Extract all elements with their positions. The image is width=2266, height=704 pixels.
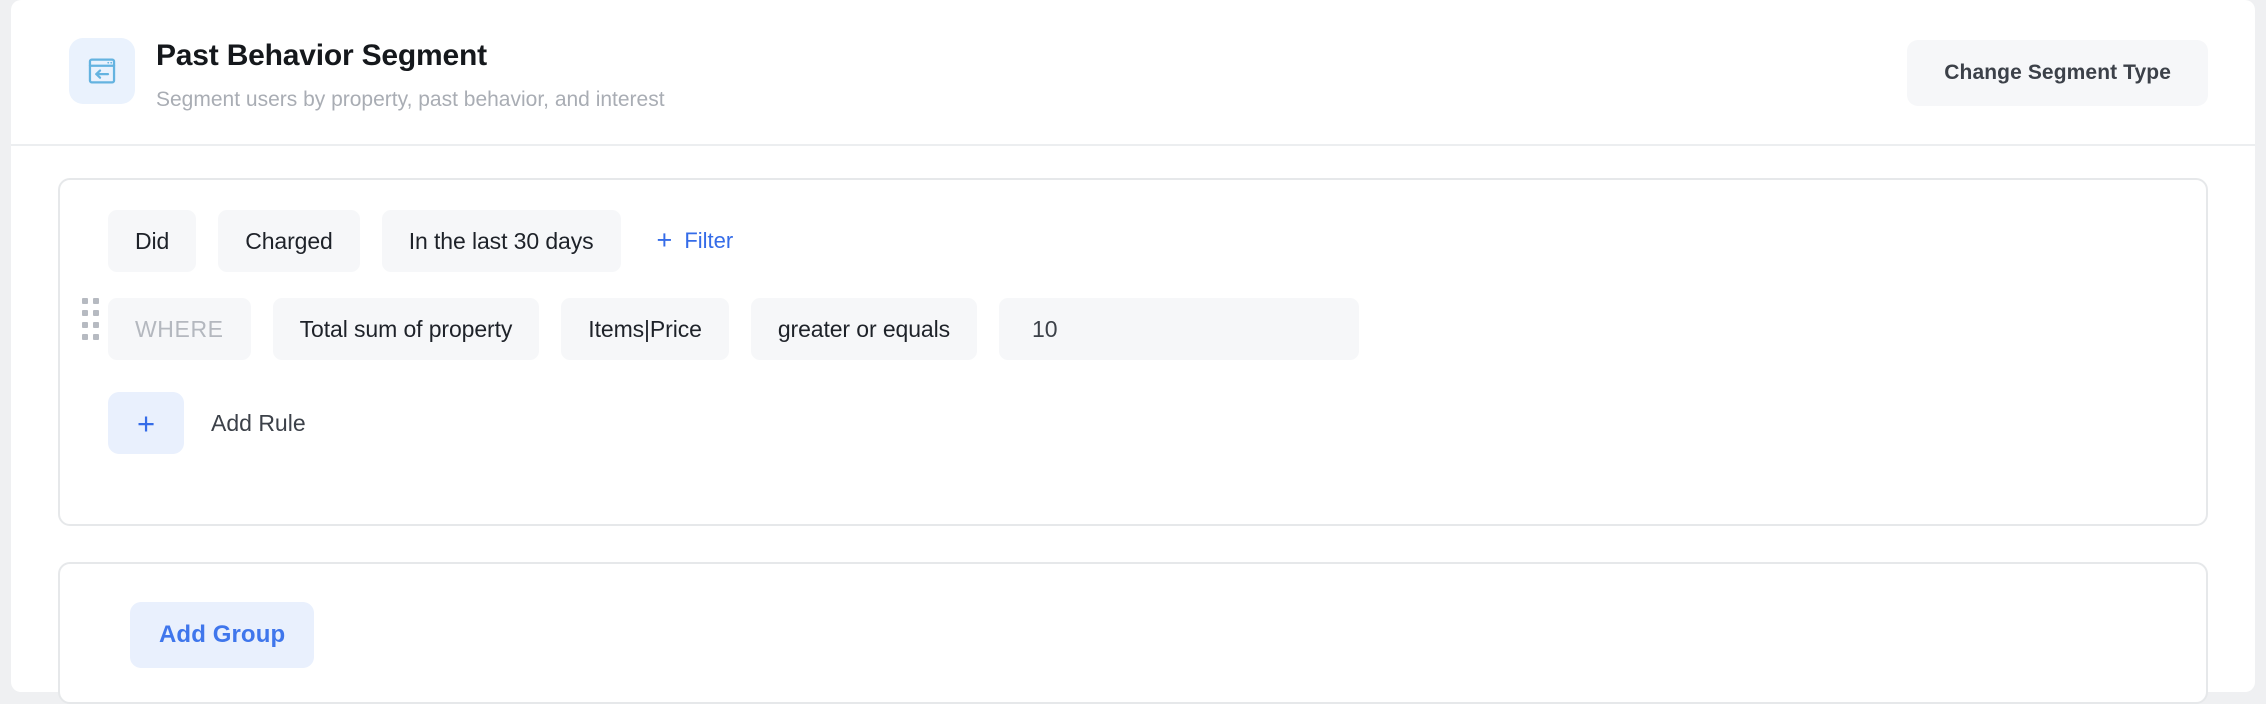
rule-row-event: Did Charged In the last 30 days + Filter <box>60 180 2206 272</box>
chip-time-window[interactable]: In the last 30 days <box>381 210 621 272</box>
chip-did[interactable]: Did <box>108 210 197 272</box>
rules-group-card: Did Charged In the last 30 days + Filter… <box>58 178 2208 526</box>
add-rule-row[interactable]: + Add Rule <box>60 360 2206 454</box>
add-rule-plus-icon-button[interactable]: + <box>108 392 184 454</box>
segment-type-icon-tile <box>69 38 135 104</box>
plus-icon: + <box>656 224 673 255</box>
header-identity: Past Behavior Segment Segment users by p… <box>69 38 665 111</box>
segment-builder-body: Did Charged In the last 30 days + Filter… <box>11 178 2255 704</box>
page-header: Past Behavior Segment Segment users by p… <box>11 0 2255 146</box>
rule-row-filter: WHERE Total sum of property Items|Price … <box>60 272 2206 360</box>
filter-value-input[interactable]: 10 <box>999 298 1359 360</box>
change-segment-type-button[interactable]: Change Segment Type <box>1907 40 2208 106</box>
add-group-button[interactable]: Add Group <box>130 602 315 668</box>
page-subtitle: Segment users by property, past behavior… <box>156 87 665 111</box>
page-card: Past Behavior Segment Segment users by p… <box>11 0 2255 704</box>
add-rule-label: Add Rule <box>211 409 306 436</box>
chip-property[interactable]: Items|Price <box>561 298 729 360</box>
chip-where-label: WHERE <box>108 298 251 360</box>
header-text-block: Past Behavior Segment Segment users by p… <box>156 38 665 111</box>
page-title: Past Behavior Segment <box>156 39 487 72</box>
add-filter-label: Filter <box>684 228 734 253</box>
add-group-card: Add Group <box>58 562 2208 704</box>
chip-aggregation[interactable]: Total sum of property <box>272 298 540 360</box>
add-filter-button[interactable]: + Filter <box>651 224 740 255</box>
drag-handle-icon[interactable] <box>82 298 99 340</box>
chip-charged[interactable]: Charged <box>218 210 360 272</box>
chip-operator[interactable]: greater or equals <box>750 298 977 360</box>
browser-window-back-arrow-icon <box>85 54 119 88</box>
